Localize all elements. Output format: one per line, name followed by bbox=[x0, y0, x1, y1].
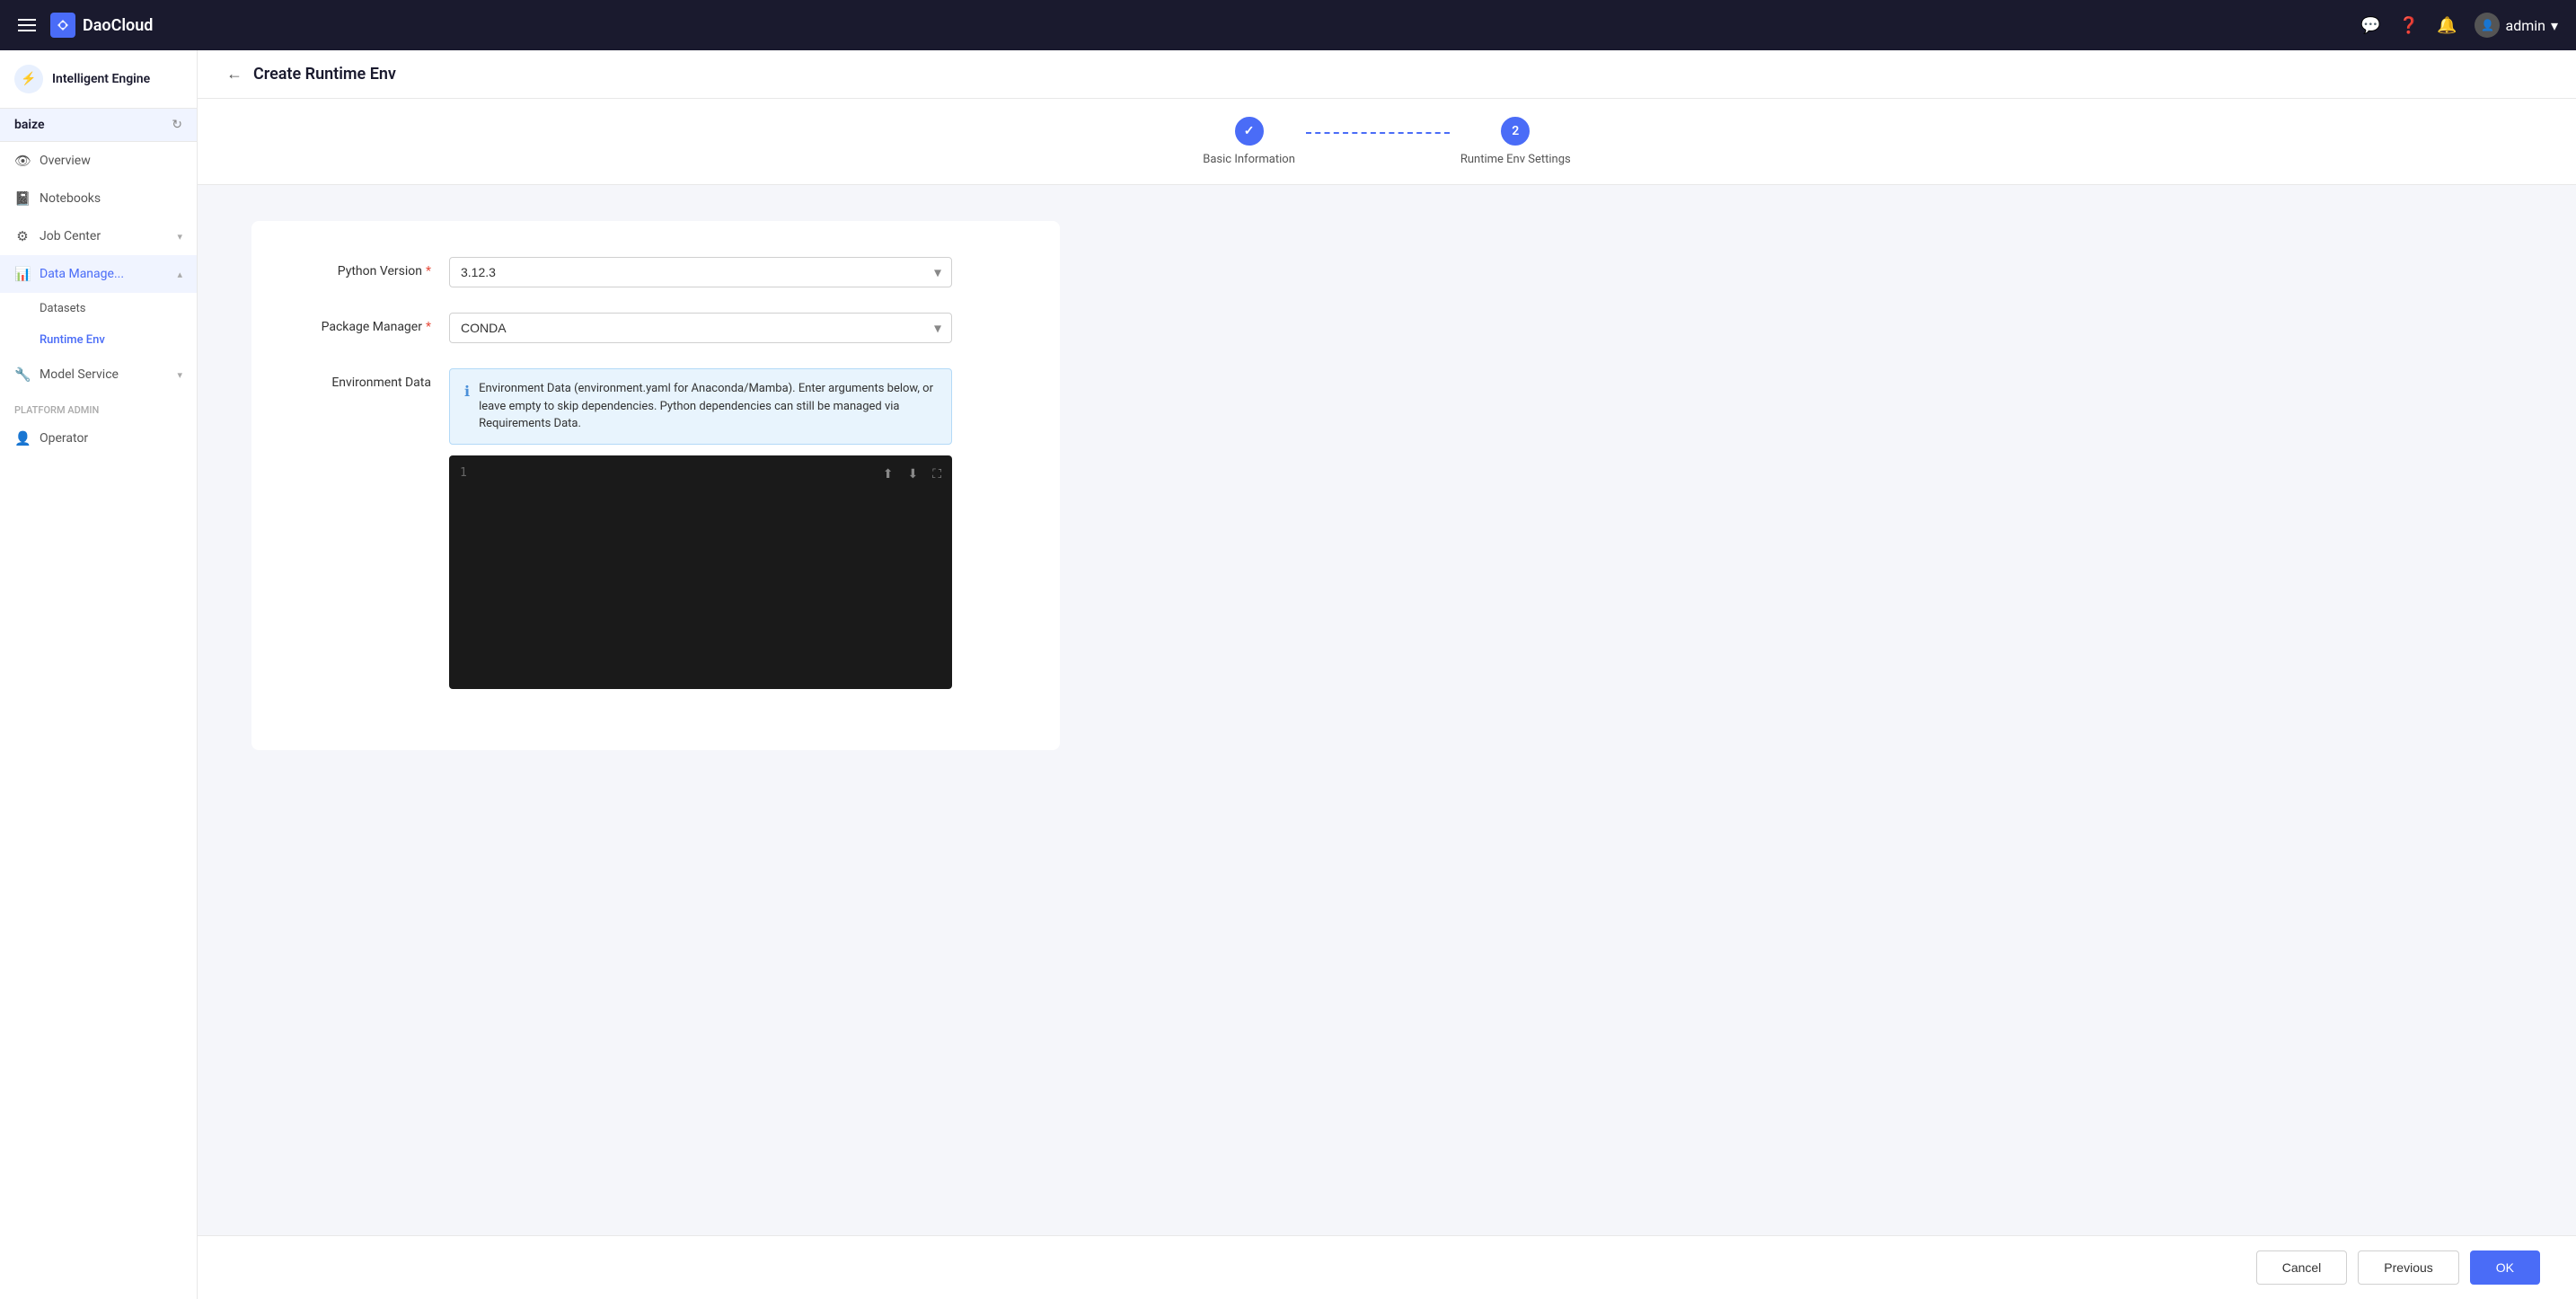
sidebar-item-runtime-env[interactable]: Runtime Env bbox=[0, 324, 197, 356]
sidebar-engine: ⚡ Intelligent Engine bbox=[0, 50, 197, 109]
brand-name: DaoCloud bbox=[83, 16, 153, 35]
steps-container: ✓ Basic Information 2 Runtime Env Settin… bbox=[1203, 117, 1570, 166]
line-numbers: 1 bbox=[460, 466, 481, 678]
sidebar-item-data-manage[interactable]: 📊 Data Manage... ▴ bbox=[0, 255, 197, 293]
step-1-circle: ✓ bbox=[1235, 117, 1264, 146]
notebooks-icon: 📓 bbox=[14, 190, 31, 207]
required-marker: * bbox=[426, 320, 431, 334]
workspace-name: baize bbox=[14, 118, 45, 132]
help-icon[interactable]: ❓ bbox=[2399, 16, 2419, 35]
sidebar-item-label: Data Manage... bbox=[40, 267, 168, 281]
platform-admin-divider: Platform Admin bbox=[0, 393, 197, 420]
package-manager-select-wrapper: CONDA PIP MAMBA bbox=[449, 313, 952, 343]
refresh-icon[interactable]: ↻ bbox=[172, 118, 182, 132]
chevron-up-icon: ▴ bbox=[177, 269, 182, 280]
python-version-label: Python Version* bbox=[287, 257, 431, 278]
upload-button[interactable]: ⬆ bbox=[879, 463, 897, 485]
nav-right: 💬 ❓ 🔔 👤 admin ▾ bbox=[2360, 13, 2558, 38]
required-marker: * bbox=[426, 264, 431, 278]
python-version-select-wrapper: 3.12.3 3.11.0 3.10.0 3.9.0 bbox=[449, 257, 952, 287]
fullscreen-button[interactable]: ⛶ bbox=[929, 463, 945, 485]
editor-toolbar: ⬆ ⬇ ⛶ bbox=[879, 463, 945, 485]
previous-button[interactable]: Previous bbox=[2358, 1250, 2458, 1285]
python-version-select[interactable]: 3.12.3 3.11.0 3.10.0 3.9.0 bbox=[449, 257, 952, 287]
sidebar-sub-item-label: Datasets bbox=[40, 302, 86, 315]
step-1-label: Basic Information bbox=[1203, 153, 1295, 166]
brand-logo: DaoCloud bbox=[50, 13, 153, 38]
model-service-icon: 🔧 bbox=[14, 367, 31, 383]
nav-left: DaoCloud bbox=[18, 13, 153, 38]
user-menu[interactable]: 👤 admin ▾ bbox=[2475, 13, 2558, 38]
chevron-down-icon: ▾ bbox=[177, 369, 182, 381]
overview-icon: 👁 bbox=[14, 153, 31, 169]
cancel-button[interactable]: Cancel bbox=[2256, 1250, 2348, 1285]
environment-data-label: Environment Data bbox=[287, 368, 431, 390]
line-number: 1 bbox=[460, 466, 467, 480]
chevron-down-icon: ▾ bbox=[177, 231, 182, 243]
sidebar-item-job-center[interactable]: ⚙ Job Center ▾ bbox=[0, 217, 197, 255]
sidebar-item-operator[interactable]: 👤 Operator bbox=[0, 420, 197, 457]
top-navigation: DaoCloud 💬 ❓ 🔔 👤 admin ▾ bbox=[0, 0, 2576, 50]
engine-icon: ⚡ bbox=[14, 65, 43, 93]
step-1: ✓ Basic Information bbox=[1203, 117, 1295, 166]
sidebar-item-datasets[interactable]: Datasets bbox=[0, 293, 197, 324]
steps-bar: ✓ Basic Information 2 Runtime Env Settin… bbox=[198, 99, 2576, 185]
form-area: Python Version* 3.12.3 3.11.0 3.10.0 3.9… bbox=[198, 185, 2576, 1235]
environment-data-control: ℹ Environment Data (environment.yaml for… bbox=[449, 368, 952, 689]
chat-icon[interactable]: 💬 bbox=[2360, 16, 2380, 35]
code-content[interactable] bbox=[481, 466, 941, 678]
form-card: Python Version* 3.12.3 3.11.0 3.10.0 3.9… bbox=[251, 221, 1060, 750]
notification-icon[interactable]: 🔔 bbox=[2437, 16, 2457, 35]
download-button[interactable]: ⬇ bbox=[904, 463, 922, 485]
hamburger-menu[interactable] bbox=[18, 19, 36, 31]
package-manager-label: Package Manager* bbox=[287, 313, 431, 334]
page-title: Create Runtime Env bbox=[253, 65, 396, 84]
sidebar-item-label: Overview bbox=[40, 154, 182, 168]
info-icon: ℹ bbox=[464, 381, 470, 402]
sidebar-item-overview[interactable]: 👁 Overview bbox=[0, 142, 197, 180]
job-center-icon: ⚙ bbox=[14, 228, 31, 244]
python-version-control: 3.12.3 3.11.0 3.10.0 3.9.0 bbox=[449, 257, 952, 287]
page-footer: Cancel Previous OK bbox=[198, 1235, 2576, 1299]
username: admin bbox=[2505, 17, 2545, 34]
sidebar-item-label: Operator bbox=[40, 431, 182, 446]
sidebar-workspace[interactable]: baize ↻ bbox=[0, 109, 197, 142]
sidebar-item-label: Notebooks bbox=[40, 191, 182, 206]
step-2-label: Runtime Env Settings bbox=[1460, 153, 1571, 166]
package-manager-control: CONDA PIP MAMBA bbox=[449, 313, 952, 343]
data-manage-icon: 📊 bbox=[14, 266, 31, 282]
step-connector bbox=[1306, 132, 1450, 134]
user-chevron-icon: ▾ bbox=[2551, 17, 2558, 34]
code-editor[interactable]: ⬆ ⬇ ⛶ 1 bbox=[449, 455, 952, 689]
operator-icon: 👤 bbox=[14, 430, 31, 446]
ok-button[interactable]: OK bbox=[2470, 1250, 2540, 1285]
avatar: 👤 bbox=[2475, 13, 2500, 38]
engine-name: Intelligent Engine bbox=[52, 72, 150, 86]
sidebar-item-label: Model Service bbox=[40, 367, 168, 382]
info-banner-text: Environment Data (environment.yaml for A… bbox=[479, 380, 937, 433]
python-version-row: Python Version* 3.12.3 3.11.0 3.10.0 3.9… bbox=[287, 257, 1024, 287]
back-button[interactable]: ← bbox=[226, 65, 243, 84]
content-area: ← Create Runtime Env ✓ Basic Information… bbox=[198, 50, 2576, 1299]
page-header: ← Create Runtime Env bbox=[198, 50, 2576, 99]
sidebar-item-label: Job Center bbox=[40, 229, 168, 243]
sidebar-sub-item-label: Runtime Env bbox=[40, 333, 105, 347]
step-2: 2 Runtime Env Settings bbox=[1460, 117, 1571, 166]
info-banner: ℹ Environment Data (environment.yaml for… bbox=[449, 368, 952, 445]
package-manager-row: Package Manager* CONDA PIP MAMBA bbox=[287, 313, 1024, 343]
daocloud-logo-icon bbox=[50, 13, 75, 38]
main-layout: ⚡ Intelligent Engine baize ↻ 👁 Overview … bbox=[0, 50, 2576, 1299]
step-2-circle: 2 bbox=[1501, 117, 1530, 146]
sidebar: ⚡ Intelligent Engine baize ↻ 👁 Overview … bbox=[0, 50, 198, 1299]
package-manager-select[interactable]: CONDA PIP MAMBA bbox=[449, 313, 952, 343]
sidebar-item-notebooks[interactable]: 📓 Notebooks bbox=[0, 180, 197, 217]
environment-data-row: Environment Data ℹ Environment Data (env… bbox=[287, 368, 1024, 689]
sidebar-item-model-service[interactable]: 🔧 Model Service ▾ bbox=[0, 356, 197, 393]
